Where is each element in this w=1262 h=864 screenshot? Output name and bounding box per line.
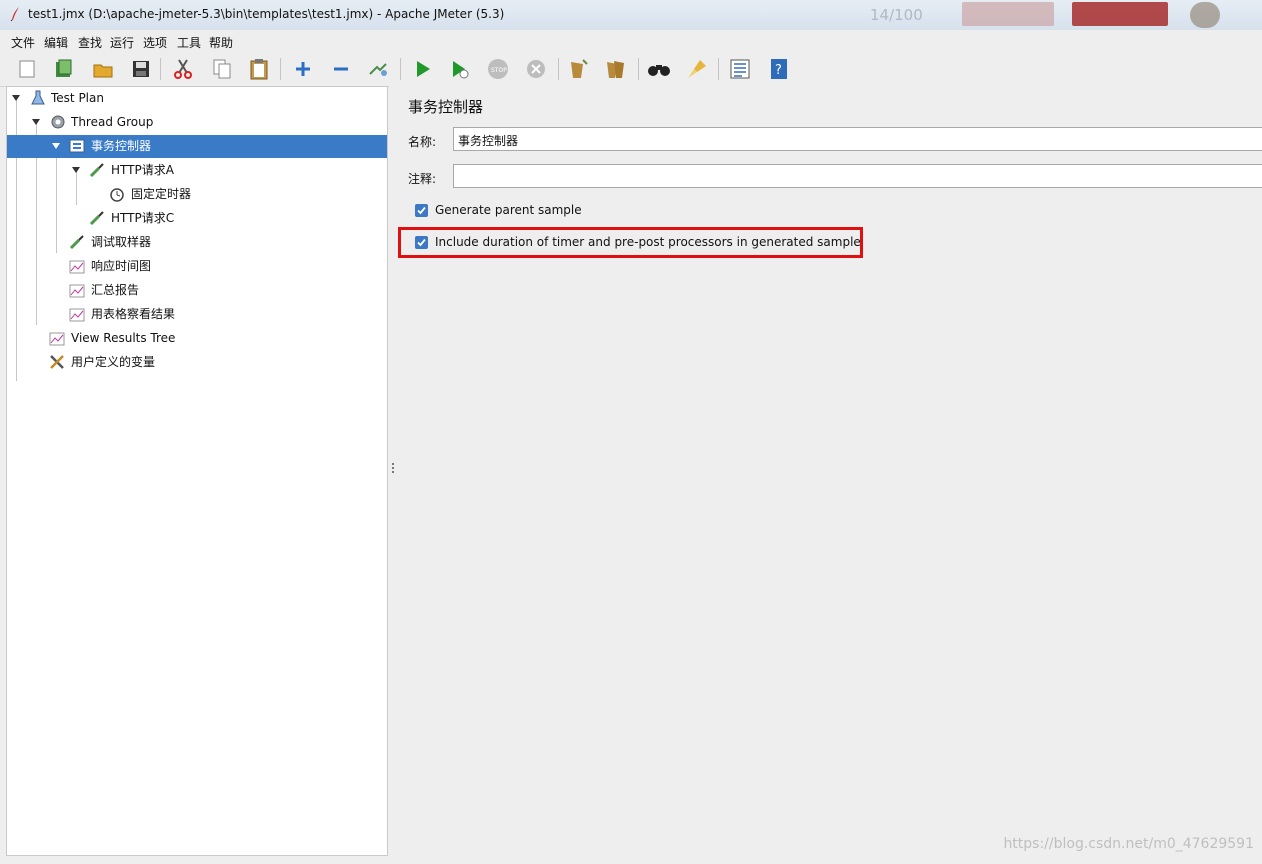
collapse-toggle-icon[interactable] bbox=[52, 143, 60, 149]
name-field[interactable]: 事务控制器 bbox=[453, 127, 1262, 151]
avatar bbox=[1190, 2, 1220, 28]
tree-item-test-plan[interactable]: Test Plan bbox=[7, 87, 387, 110]
toolbar-separator bbox=[558, 58, 559, 80]
tree-item-label: 事务控制器 bbox=[91, 139, 152, 153]
tree-item-view-results-tree[interactable]: View Results Tree bbox=[7, 327, 387, 350]
tree-item-thread-group[interactable]: Thread Group bbox=[7, 111, 387, 134]
flask-icon bbox=[31, 90, 45, 105]
collapse-toggle-icon[interactable] bbox=[72, 167, 80, 173]
page-indicator: 14/100 bbox=[870, 6, 923, 24]
title-bar: test1.jmx (D:\apache-jmeter-5.3\bin\temp… bbox=[0, 0, 1262, 31]
tree-item-transaction-controller[interactable]: 事务控制器 bbox=[7, 135, 387, 158]
toggle-icon[interactable] bbox=[366, 57, 390, 81]
tree-item-label: HTTP请求C bbox=[111, 211, 175, 225]
generate-parent-sample-checkbox[interactable] bbox=[415, 204, 428, 217]
menu-options[interactable]: 选项 bbox=[143, 34, 167, 51]
open-icon[interactable] bbox=[91, 57, 115, 81]
menu-run[interactable]: 运行 bbox=[110, 34, 134, 51]
tree-item-http-request-c[interactable]: HTTP请求C bbox=[7, 207, 387, 230]
jmeter-feather-icon bbox=[10, 7, 19, 22]
tree-item-http-request-a[interactable]: HTTP请求A bbox=[7, 159, 387, 182]
checkmark-icon bbox=[417, 206, 426, 215]
blurred-button-red bbox=[1072, 2, 1168, 26]
comment-label: 注释: bbox=[408, 172, 437, 186]
split-pane-divider[interactable] bbox=[389, 86, 397, 856]
toolbar-separator bbox=[718, 58, 719, 80]
help-icon[interactable]: ? bbox=[767, 57, 791, 81]
tree-item-label: 用户定义的变量 bbox=[71, 355, 156, 369]
tree-item-label: View Results Tree bbox=[71, 331, 176, 345]
annotation-highlight-box bbox=[398, 227, 863, 258]
collapse-toggle-icon[interactable] bbox=[32, 119, 40, 125]
toolbar-separator bbox=[160, 58, 161, 80]
graph-icon bbox=[69, 308, 85, 322]
toolbar-separator bbox=[400, 58, 401, 80]
tree-item-label: 用表格察看结果 bbox=[91, 307, 176, 321]
tree-item-summary-report[interactable]: 汇总报告 bbox=[7, 279, 387, 302]
tree-item-label: 汇总报告 bbox=[91, 283, 140, 297]
generate-parent-sample-label: Generate parent sample bbox=[435, 203, 582, 217]
panel-title: 事务控制器 bbox=[408, 98, 484, 116]
clear-icon[interactable] bbox=[566, 57, 590, 81]
clear-all-icon[interactable] bbox=[604, 57, 628, 81]
pipette-icon bbox=[89, 211, 104, 226]
search-icon[interactable] bbox=[647, 57, 671, 81]
divider-grip[interactable] bbox=[392, 463, 394, 475]
tree-item-label: Test Plan bbox=[51, 91, 104, 105]
menu-file[interactable]: 文件 bbox=[11, 34, 35, 51]
tree-item-view-results-table[interactable]: 用表格察看结果 bbox=[7, 303, 387, 326]
tree-item-response-time-graph[interactable]: 响应时间图 bbox=[7, 255, 387, 278]
watermark: https://blog.csdn.net/m0_47629591 bbox=[1003, 836, 1254, 852]
tree-item-label: 响应时间图 bbox=[91, 259, 152, 273]
start-icon[interactable] bbox=[411, 57, 435, 81]
reset-search-icon[interactable] bbox=[685, 57, 709, 81]
gear-icon bbox=[51, 115, 65, 129]
blurred-button bbox=[962, 2, 1054, 26]
graph-icon bbox=[69, 260, 85, 274]
tree-item-label: HTTP请求A bbox=[111, 163, 174, 177]
tree-item-label: 固定定时器 bbox=[131, 187, 192, 201]
tools-icon bbox=[50, 355, 64, 369]
tree-item-label: Thread Group bbox=[71, 115, 154, 129]
start-no-pauses-icon[interactable] bbox=[448, 57, 472, 81]
function-helper-icon[interactable] bbox=[728, 57, 752, 81]
paste-icon[interactable] bbox=[247, 57, 271, 81]
toolbar-separator bbox=[638, 58, 639, 80]
toolbar: STOP ? bbox=[0, 52, 1262, 87]
menu-help[interactable]: 帮助 bbox=[209, 34, 233, 51]
comment-field[interactable] bbox=[453, 164, 1262, 188]
tree-item-constant-timer[interactable]: 固定定时器 bbox=[7, 183, 387, 206]
tree-item-label: 调试取样器 bbox=[91, 235, 152, 249]
name-label: 名称: bbox=[408, 135, 437, 149]
pipette-icon bbox=[89, 163, 104, 178]
cut-icon[interactable] bbox=[171, 57, 195, 81]
templates-icon[interactable] bbox=[52, 57, 76, 81]
new-icon[interactable] bbox=[15, 57, 39, 81]
remove-icon[interactable] bbox=[329, 57, 353, 81]
copy-icon[interactable] bbox=[210, 57, 234, 81]
graph-icon bbox=[49, 332, 65, 346]
window-title: test1.jmx (D:\apache-jmeter-5.3\bin\temp… bbox=[28, 7, 505, 21]
tree-item-user-defined-variables[interactable]: 用户定义的变量 bbox=[7, 351, 387, 374]
svg-text:STOP: STOP bbox=[491, 67, 507, 74]
menu-bar: 文件 编辑 查找 运行 选项 工具 帮助 bbox=[0, 30, 1262, 52]
save-icon[interactable] bbox=[129, 57, 153, 81]
controller-icon bbox=[69, 139, 85, 153]
pipette-icon bbox=[69, 235, 84, 250]
toolbar-separator bbox=[280, 58, 281, 80]
menu-tools[interactable]: 工具 bbox=[177, 34, 201, 51]
add-icon[interactable] bbox=[291, 57, 315, 81]
tree-item-debug-sampler[interactable]: 调试取样器 bbox=[7, 231, 387, 254]
collapse-toggle-icon[interactable] bbox=[12, 95, 20, 101]
menu-search[interactable]: 查找 bbox=[78, 34, 102, 51]
stop-icon[interactable]: STOP bbox=[486, 57, 510, 81]
shutdown-icon[interactable] bbox=[524, 57, 548, 81]
timer-icon bbox=[110, 188, 124, 202]
test-plan-tree: Test Plan Thread Group 事务控制器 HTTP请求A 固定定… bbox=[6, 86, 388, 856]
graph-icon bbox=[69, 284, 85, 298]
menu-edit[interactable]: 编辑 bbox=[44, 34, 68, 51]
svg-text:?: ? bbox=[775, 63, 782, 78]
transaction-controller-panel: 事务控制器 名称: 事务控制器 注释: Generate parent samp… bbox=[397, 86, 1262, 856]
